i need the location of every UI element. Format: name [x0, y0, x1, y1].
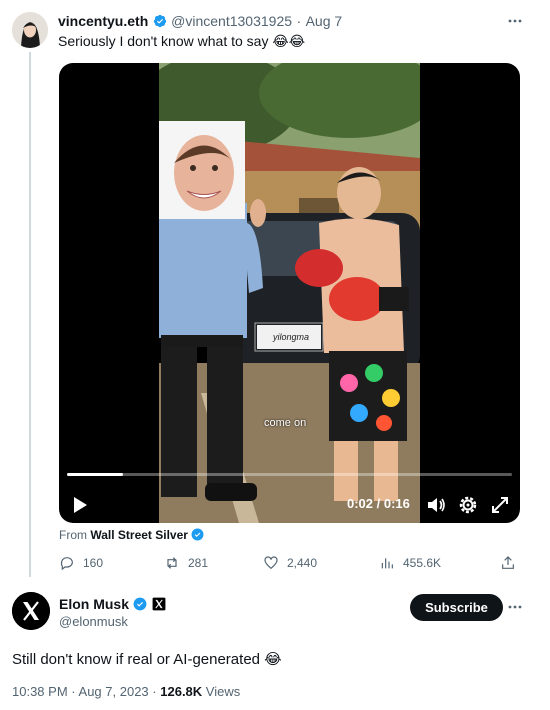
main-author-name[interactable]: Elon Musk: [59, 596, 129, 612]
like-button[interactable]: 2,440: [263, 555, 317, 571]
reply-icon: [60, 557, 73, 571]
video-caption: come on: [264, 417, 307, 429]
x-affiliate-badge-icon: [152, 597, 166, 611]
elon-avatar[interactable]: [12, 592, 50, 630]
views-button[interactable]: 455.6K: [379, 555, 441, 571]
author-handle[interactable]: @vincent13031925: [171, 13, 292, 29]
meta-separator-2: ·: [152, 684, 157, 699]
quoted-tweet-text: Seriously I don't know what to say 😂😂: [58, 33, 306, 49]
video-progress-bar[interactable]: [67, 473, 512, 476]
heart-icon: [264, 556, 278, 570]
main-tweet-text: Still don't know if real or AI-generated…: [12, 651, 282, 668]
share-icon[interactable]: [500, 555, 516, 571]
main-author-line: Elon Musk: [59, 596, 166, 614]
thread-connector-line: [29, 52, 31, 577]
views-chart-icon: [381, 558, 393, 569]
main-author-handle[interactable]: @elonmusk: [59, 614, 128, 629]
tweet-views-label: Views: [205, 684, 241, 699]
source-verified-badge-icon: [191, 528, 204, 541]
main-verified-badge-icon: [134, 597, 147, 611]
verified-badge-icon: [153, 14, 166, 28]
views-count: 455.6K: [403, 556, 442, 570]
repost-button[interactable]: 281: [164, 555, 208, 571]
volume-icon[interactable]: [425, 494, 447, 516]
tweet-views-count: 126.8K: [160, 684, 203, 699]
from-prefix: From: [59, 528, 87, 542]
main-tweet-meta: 10:38 PM · Aug 7, 2023 · 126.8K Views: [12, 684, 240, 699]
fullscreen-icon[interactable]: [489, 494, 511, 516]
x-logo-icon: [12, 592, 50, 630]
play-icon[interactable]: [69, 494, 91, 516]
video-time: 0:02 / 0:16: [347, 496, 410, 511]
license-plate-text: yilongma: [272, 332, 310, 342]
like-count: 2,440: [287, 556, 318, 570]
more-options-icon[interactable]: [508, 14, 522, 28]
author-name[interactable]: vincentyu.eth: [58, 13, 148, 29]
video-source-line: From Wall Street Silver: [59, 528, 204, 542]
video-progress-fill: [67, 473, 123, 476]
author-avatar[interactable]: [12, 12, 48, 48]
meta-separator-1: ·: [71, 684, 76, 699]
avatar-image: [12, 12, 48, 48]
video-player[interactable]: yilongma come on 0:02 / 0:16: [59, 63, 520, 523]
reply-count: 160: [83, 556, 104, 570]
tweet-time[interactable]: 10:38 PM: [12, 684, 68, 699]
tweet-full-date[interactable]: Aug 7, 2023: [79, 684, 149, 699]
video-source-name[interactable]: Wall Street Silver: [90, 528, 188, 542]
settings-gear-icon[interactable]: [457, 494, 479, 516]
repost-count: 281: [188, 556, 209, 570]
repost-icon: [167, 557, 177, 569]
header-separator: ·: [296, 13, 302, 29]
subscribe-button[interactable]: Subscribe: [410, 594, 503, 621]
quoted-tweet-header: vincentyu.eth @vincent13031925 · Aug 7: [58, 13, 498, 31]
video-frame: [159, 63, 420, 523]
reply-button[interactable]: 160: [59, 555, 103, 571]
tweet-date[interactable]: Aug 7: [306, 13, 343, 29]
main-more-options-icon[interactable]: [508, 600, 522, 614]
